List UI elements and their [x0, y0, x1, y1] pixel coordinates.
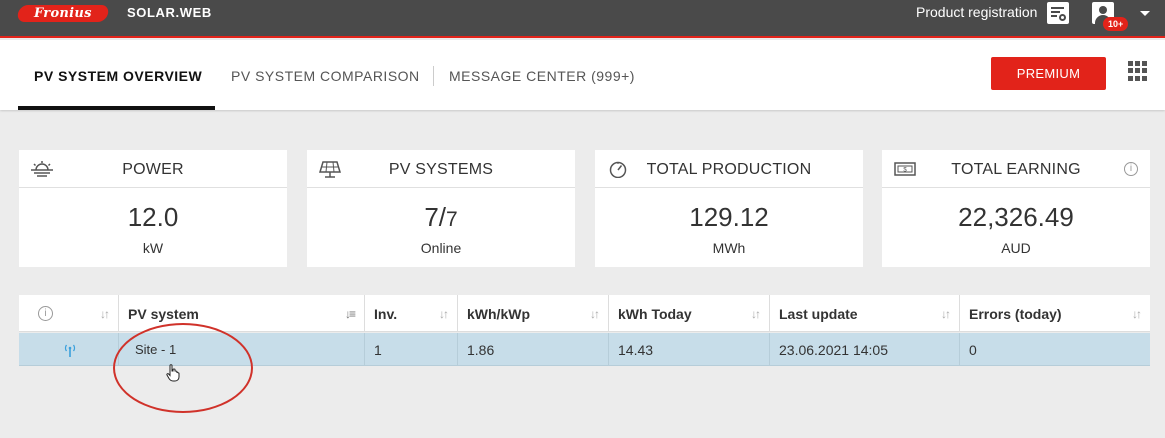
column-label: Last update: [779, 306, 858, 322]
logo-text: Fronius: [34, 6, 92, 21]
product-registration-link[interactable]: Product registration: [916, 4, 1037, 20]
column-label: Inv.: [374, 306, 398, 322]
sort-icon[interactable]: ↓↑: [100, 307, 110, 321]
pv-systems-value: 7/7: [307, 202, 575, 233]
inverters-value: 1: [374, 342, 382, 358]
hand-cursor-icon: [166, 364, 180, 382]
kwh-today-value: 14.43: [618, 342, 654, 358]
total-earning-unit: AUD: [1001, 240, 1031, 256]
power-value: 12.0: [127, 202, 179, 232]
certificate-icon[interactable]: [1047, 2, 1069, 24]
last-update-cell: 23.06.2021 14:05: [770, 333, 960, 366]
sort-active-icon[interactable]: ↓≡: [345, 307, 356, 321]
column-header-last-update[interactable]: Last update ↓↑: [770, 295, 960, 332]
status-cell: [19, 333, 119, 366]
card-title: PV SYSTEMS: [388, 161, 494, 178]
card-title: TOTAL PRODUCTION: [646, 161, 812, 178]
sort-icon[interactable]: ↓↑: [590, 307, 600, 321]
tab-message-center[interactable]: MESSAGE CENTER (999+): [449, 68, 635, 84]
kwh-kwp-value: 1.86: [467, 342, 495, 358]
caret-down-icon[interactable]: [1140, 11, 1150, 16]
tab-pv-system-comparison[interactable]: PV SYSTEM COMPARISON: [231, 68, 420, 84]
card-title: TOTAL EARNING: [951, 161, 1081, 178]
info-icon[interactable]: i: [1124, 162, 1138, 176]
fronius-logo[interactable]: Fronius: [16, 5, 110, 22]
apps-grid-icon[interactable]: [1128, 61, 1148, 81]
column-header-inverters[interactable]: Inv. ↓↑: [365, 295, 458, 332]
inverters-cell: 1: [365, 333, 458, 366]
main-navigation: PV SYSTEM OVERVIEW PV SYSTEM COMPARISON …: [0, 40, 1165, 110]
total-production-unit: MWh: [712, 240, 746, 256]
top-bar: Fronius SOLAR.WEB Product registration 1…: [0, 0, 1165, 38]
card-header: POWER: [19, 150, 287, 188]
tab-divider: [433, 66, 434, 86]
column-header-kwh-today[interactable]: kWh Today ↓↑: [609, 295, 770, 332]
power-card: POWER 12.0 kW: [19, 150, 287, 267]
table-row[interactable]: Site - 1 1 1.86 14.43 23.06.2021 14:05 0: [19, 333, 1150, 366]
kwh-today-cell: 14.43: [609, 333, 770, 366]
app-name[interactable]: SOLAR.WEB: [127, 5, 212, 20]
column-label: Errors (today): [969, 306, 1062, 322]
premium-button[interactable]: PREMIUM: [991, 57, 1106, 90]
power-unit: kW: [142, 240, 164, 256]
card-title: POWER: [122, 161, 184, 178]
column-header-kwh-kwp[interactable]: kWh/kWp ↓↑: [458, 295, 609, 332]
online-count: 7/: [424, 202, 446, 232]
column-header-errors[interactable]: Errors (today) ↓↑: [960, 295, 1150, 332]
notification-badge: 10+: [1103, 17, 1129, 31]
column-header-status[interactable]: i ↓↑: [19, 295, 119, 332]
info-icon: i: [38, 306, 53, 321]
table-header: i ↓↑ PV system ↓≡ Inv. ↓↑ kWh/kWp ↓↑ kWh…: [19, 295, 1150, 332]
pv-systems-card: PV SYSTEMS 7/7 Online: [307, 150, 575, 267]
sort-icon[interactable]: ↓↑: [439, 307, 449, 321]
sort-icon[interactable]: ↓↑: [1132, 307, 1142, 321]
antenna-icon: [64, 344, 76, 357]
kwh-kwp-cell: 1.86: [458, 333, 609, 366]
total-earning-value: 22,326.49: [958, 202, 1074, 232]
card-header: TOTAL PRODUCTION: [595, 150, 863, 188]
card-header: $ TOTAL EARNING i: [882, 150, 1150, 188]
column-label: kWh Today: [618, 306, 692, 322]
active-tab-indicator: [18, 106, 215, 110]
total-production-value: 129.12: [689, 202, 769, 232]
pv-system-cell[interactable]: Site - 1: [119, 333, 365, 366]
card-header: PV SYSTEMS: [307, 150, 575, 188]
errors-value: 0: [969, 342, 977, 358]
tab-pv-system-overview[interactable]: PV SYSTEM OVERVIEW: [34, 68, 202, 84]
column-label: PV system: [128, 306, 199, 322]
errors-cell: 0: [960, 333, 1150, 366]
pv-systems-unit: Online: [420, 240, 462, 256]
total-earning-card: $ TOTAL EARNING i 22,326.49 AUD: [882, 150, 1150, 267]
column-label: kWh/kWp: [467, 306, 530, 322]
sort-icon[interactable]: ↓↑: [941, 307, 951, 321]
sort-icon[interactable]: ↓↑: [751, 307, 761, 321]
column-header-pv-system[interactable]: PV system ↓≡: [119, 295, 365, 332]
total-production-card: TOTAL PRODUCTION 129.12 MWh: [595, 150, 863, 267]
total-count: 7: [446, 208, 458, 231]
pv-system-name[interactable]: Site - 1: [135, 342, 176, 357]
last-update-value: 23.06.2021 14:05: [779, 342, 888, 358]
